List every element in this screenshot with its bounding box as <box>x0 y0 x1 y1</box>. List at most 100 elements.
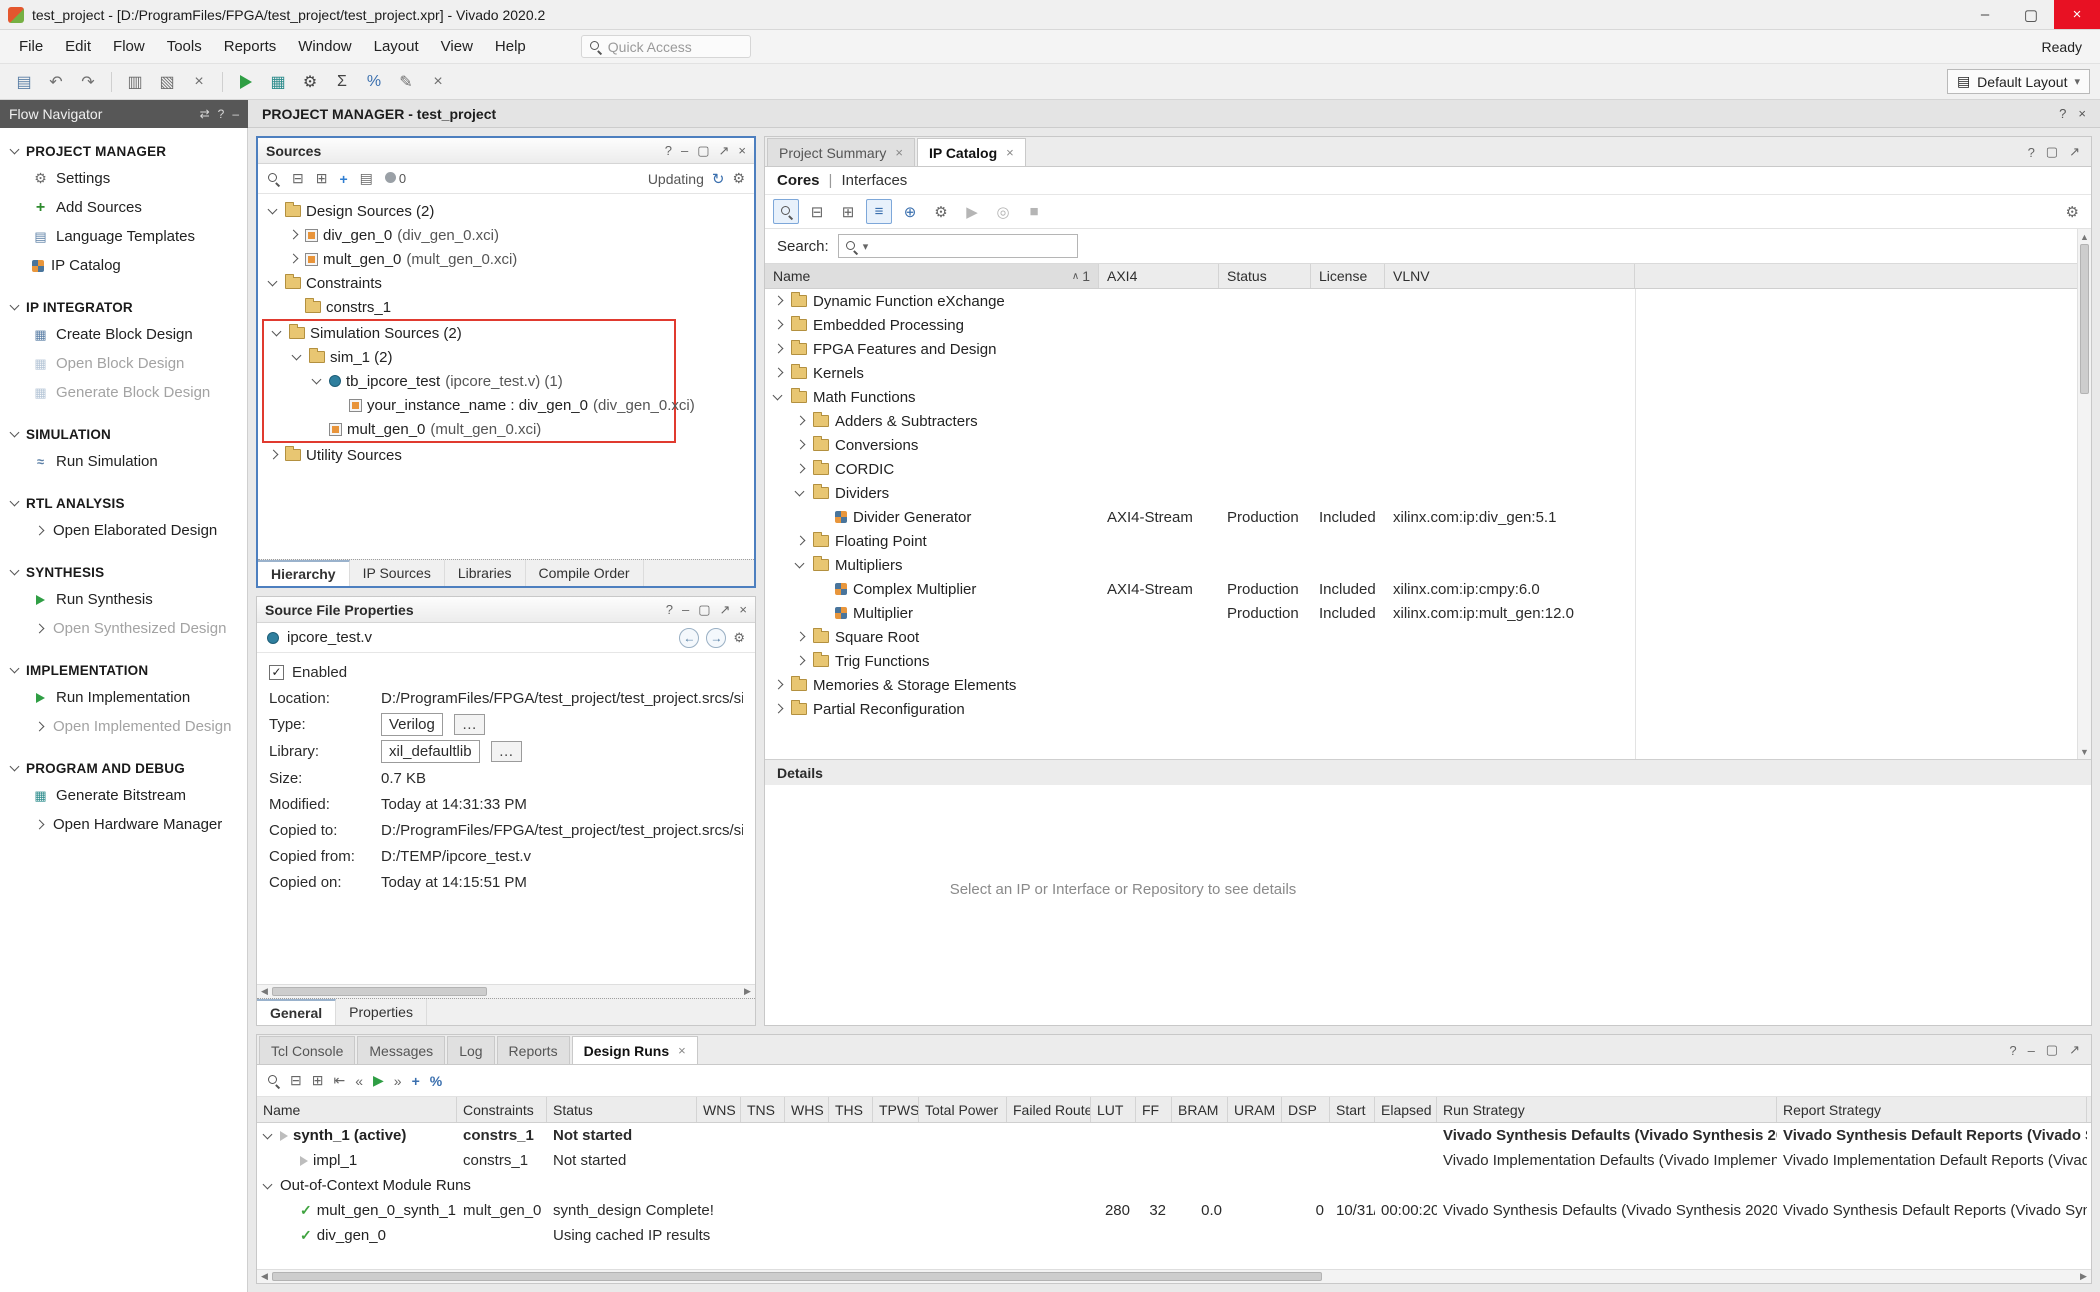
expander-icon[interactable] <box>266 448 280 462</box>
design-run-row[interactable]: ✓div_gen_0Using cached IP results <box>257 1223 2091 1248</box>
column-header-failed_routes[interactable]: Failed Routes <box>1007 1097 1091 1122</box>
expander-icon[interactable] <box>286 252 300 266</box>
flow-item-open-hardware-manager[interactable]: Open Hardware Manager <box>0 810 247 839</box>
close-icon[interactable]: × <box>738 143 746 158</box>
property-field[interactable]: Verilog <box>381 713 443 736</box>
ip-catalog-row[interactable]: Divider GeneratorAXI4-StreamProductionIn… <box>765 505 2091 529</box>
reset-runs-icon[interactable]: ⇤ <box>333 1072 345 1089</box>
expander-icon[interactable] <box>32 720 46 734</box>
ip-search-input[interactable]: ▾ <box>838 234 1078 258</box>
expander-icon[interactable] <box>32 818 46 832</box>
save-icon[interactable]: ▤ <box>10 69 38 95</box>
collapse-all-icon[interactable]: ⊟ <box>292 170 304 187</box>
forward-icon[interactable]: → <box>706 628 726 648</box>
help-icon[interactable]: ? <box>666 602 673 617</box>
close-icon[interactable]: × <box>1006 145 1014 160</box>
column-header-whs[interactable]: WHS <box>785 1097 829 1122</box>
scroll-right-icon[interactable]: ▶ <box>740 986 755 997</box>
flow-item-run-simulation[interactable]: Run Simulation <box>0 447 247 476</box>
scroll-down-icon[interactable]: ▼ <box>2080 744 2089 759</box>
column-header-constraints[interactable]: Constraints <box>457 1097 547 1122</box>
ip-catalog-row[interactable]: Conversions <box>765 433 2091 457</box>
dashboard-icon[interactable]: ▦ <box>264 69 292 95</box>
expand-all-icon[interactable]: ⊞ <box>835 199 861 224</box>
settings-gear-icon[interactable]: ⚙ <box>2066 203 2083 221</box>
step-back-icon[interactable]: « <box>355 1073 363 1089</box>
tab-ip-catalog[interactable]: IP Catalog× <box>917 138 1026 166</box>
flow-item-open-elaborated-design[interactable]: Open Elaborated Design <box>0 516 247 545</box>
column-header-uram[interactable]: URAM <box>1228 1097 1282 1122</box>
float-icon[interactable]: ▢ <box>697 143 709 159</box>
expander-icon[interactable] <box>771 294 785 308</box>
close-icon[interactable]: × <box>2078 106 2086 121</box>
column-header-ff[interactable]: FF <box>1136 1097 1172 1122</box>
scroll-thumb[interactable] <box>272 1272 1322 1281</box>
expander-icon[interactable] <box>771 390 785 404</box>
ip-catalog-row[interactable]: Embedded Processing <box>765 313 2091 337</box>
close-icon[interactable]: × <box>739 602 747 617</box>
tab-project-summary[interactable]: Project Summary× <box>767 138 915 166</box>
tab-log[interactable]: Log <box>447 1036 494 1064</box>
breadcrumb-cores[interactable]: Cores <box>777 172 820 189</box>
source-tree-row[interactable]: sim_1 (2) <box>264 345 674 369</box>
expander-icon[interactable] <box>771 342 785 356</box>
percent-icon[interactable]: % <box>360 69 388 95</box>
ip-catalog-row[interactable]: Adders & Subtracters <box>765 409 2091 433</box>
paste-icon[interactable]: ▧ <box>153 69 181 95</box>
delete-icon[interactable]: × <box>185 69 213 95</box>
runs-hscrollbar[interactable]: ◀ ▶ <box>257 1269 2091 1283</box>
scroll-thumb[interactable] <box>272 987 487 996</box>
expander-icon[interactable] <box>8 144 22 158</box>
flow-item-run-implementation[interactable]: Run Implementation <box>0 683 247 712</box>
flow-section-header[interactable]: PROJECT MANAGER <box>0 138 247 164</box>
design-run-row[interactable]: synth_1 (active)constrs_1Not startedViva… <box>257 1123 2091 1148</box>
expander-icon[interactable] <box>771 702 785 716</box>
step-forward-icon[interactable]: » <box>394 1073 402 1089</box>
design-run-row[interactable]: ✓mult_gen_0_synth_1mult_gen_0synth_desig… <box>257 1198 2091 1223</box>
redo-icon[interactable]: ↷ <box>74 69 102 95</box>
column-header-vlnv[interactable]: VLNV <box>1385 264 1635 288</box>
column-header-status[interactable]: Status <box>1219 264 1311 288</box>
minimize-icon[interactable]: – <box>2028 1043 2035 1058</box>
tab-reports[interactable]: Reports <box>497 1036 570 1064</box>
copy-icon[interactable]: ▥ <box>121 69 149 95</box>
menu-item-window[interactable]: Window <box>287 33 362 60</box>
flow-item-language-templates[interactable]: Language Templates <box>0 222 247 251</box>
flow-item-run-synthesis[interactable]: Run Synthesis <box>0 585 247 614</box>
menu-item-flow[interactable]: Flow <box>102 33 156 60</box>
source-tree-row[interactable]: Utility Sources <box>260 443 752 467</box>
help-icon[interactable]: ? <box>218 107 225 121</box>
refresh-icon[interactable]: ↻ <box>712 170 725 188</box>
edit-icon[interactable]: ✎ <box>392 69 420 95</box>
ip-catalog-row[interactable]: Square Root <box>765 625 2091 649</box>
design-run-row[interactable]: impl_1constrs_1Not startedVivado Impleme… <box>257 1148 2091 1173</box>
expander-icon[interactable] <box>8 663 22 677</box>
float-icon[interactable]: ▢ <box>698 602 710 618</box>
close-icon[interactable]: × <box>424 69 452 95</box>
expander-icon[interactable] <box>8 761 22 775</box>
collapse-all-icon[interactable]: ⊟ <box>804 199 830 224</box>
ip-catalog-row[interactable]: Complex MultiplierAXI4-StreamProductionI… <box>765 577 2091 601</box>
expander-icon[interactable] <box>270 326 284 340</box>
help-icon[interactable]: ? <box>2059 106 2066 121</box>
run-button[interactable] <box>232 69 260 95</box>
source-tree-row[interactable]: constrs_1 <box>260 295 752 319</box>
expander-icon[interactable] <box>793 486 807 500</box>
scroll-left-icon[interactable]: ◀ <box>257 986 272 997</box>
expander-icon[interactable] <box>793 534 807 548</box>
layout-selector[interactable]: ▤ Default Layout ▾ <box>1947 69 2090 94</box>
column-header-ths[interactable]: THS <box>829 1097 873 1122</box>
undo-icon[interactable]: ↶ <box>42 69 70 95</box>
create-run-icon[interactable]: + <box>412 1073 420 1089</box>
source-tree-row[interactable]: div_gen_0 (div_gen_0.xci) <box>260 223 752 247</box>
expand-all-icon[interactable]: ⊞ <box>312 1072 324 1089</box>
help-icon[interactable]: ? <box>665 143 672 158</box>
ip-catalog-row[interactable]: Trig Functions <box>765 649 2091 673</box>
column-header-name[interactable]: Name <box>257 1097 457 1122</box>
expander-icon[interactable] <box>771 318 785 332</box>
flow-section-header[interactable]: IP INTEGRATOR <box>0 294 247 320</box>
float-icon[interactable]: ▢ <box>2046 144 2058 160</box>
menu-item-layout[interactable]: Layout <box>363 33 430 60</box>
wrench-icon[interactable]: ⚙ <box>928 199 954 224</box>
column-header-axi4[interactable]: AXI4 <box>1099 264 1219 288</box>
